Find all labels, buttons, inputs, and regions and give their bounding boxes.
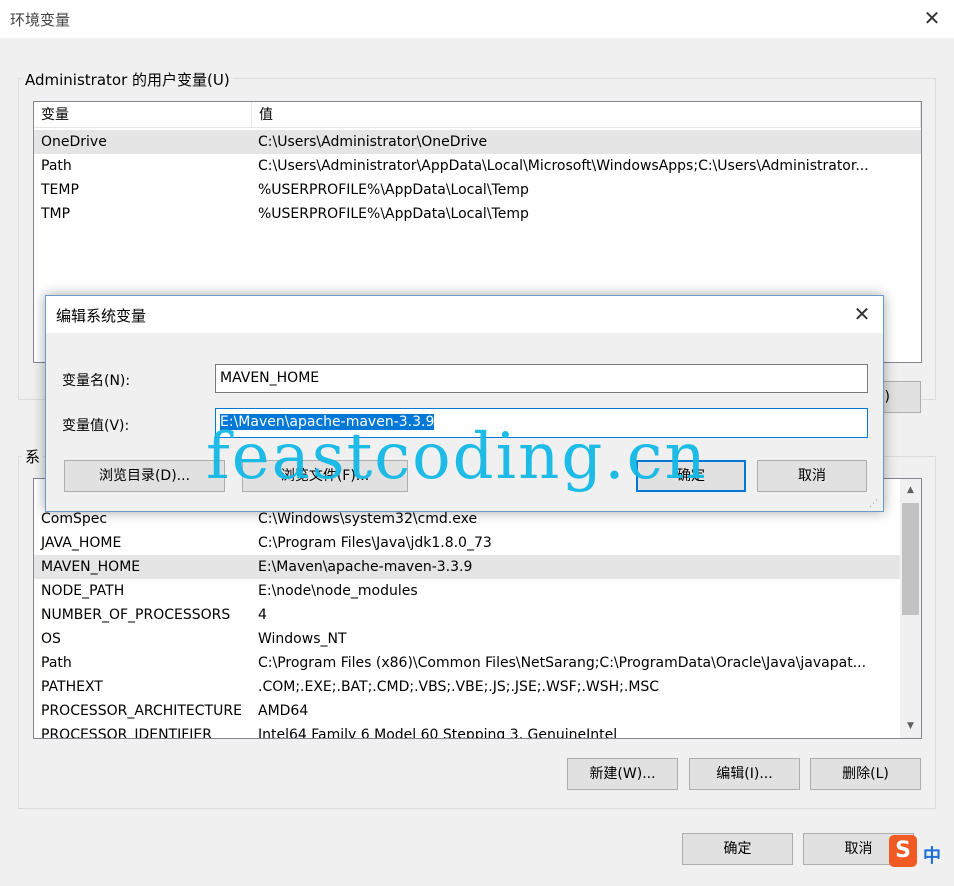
dialog-title: 编辑系统变量 [56,307,147,325]
table-row[interactable]: Path C:\Program Files (x86)\Common Files… [34,651,900,675]
variable-value: C:\Users\Administrator\AppData\Local\Mic… [258,158,869,174]
variable-name: TMP [41,206,71,222]
system-delete-button[interactable]: 删除(L) [810,758,921,790]
system-variables-group-label: 系 [22,446,44,467]
table-row-selected[interactable]: MAVEN_HOME E:\Maven\apache-maven-3.3.9 [34,555,900,579]
user-variables-group-label: Administrator 的用户变量(U) [22,69,233,90]
column-header-value[interactable]: 值 [252,102,921,128]
variable-value: E:\Maven\apache-maven-3.3.9 [258,559,473,575]
variable-value: C:\Users\Administrator\OneDrive [258,134,488,150]
variable-value: AMD64 [258,703,309,719]
variable-name-label: 变量名(N): [62,373,131,389]
ime-mode-indicator[interactable]: 中 [923,842,941,868]
ime-logo-icon[interactable]: S [889,835,917,867]
table-row[interactable]: TMP %USERPROFILE%\AppData\Local\Temp [34,202,921,226]
dialog-cancel-button[interactable]: 取消 [757,460,867,492]
column-header-name[interactable]: 变量 [34,102,252,128]
variable-name: JAVA_HOME [41,535,122,551]
variable-value: E:\node\node_modules [258,583,418,599]
scroll-down-icon[interactable]: ▼ [900,717,921,735]
variable-value: Windows_NT [258,631,347,647]
variable-name: PROCESSOR_IDENTIFIER [41,727,212,739]
system-variables-list[interactable]: ComSpec C:\Windows\system32\cmd.exe JAVA… [33,478,922,739]
table-row[interactable]: OS Windows_NT [34,627,900,651]
vertical-scrollbar[interactable]: ▲ ▼ [900,479,921,738]
variable-name: NODE_PATH [41,583,125,599]
variable-value: C:\Program Files\Java\jdk1.8.0_73 [258,535,492,551]
variable-name: TEMP [41,182,79,198]
variable-name: OS [41,631,61,647]
watermark-text: feastcoding.cn [206,420,708,494]
table-row[interactable]: NUMBER_OF_PROCESSORS 4 [34,603,900,627]
variable-value: C:\Program Files (x86)\Common Files\NetS… [258,655,867,671]
window-close-icon[interactable]: ✕ [918,6,946,32]
table-row[interactable]: JAVA_HOME C:\Program Files\Java\jdk1.8.0… [34,531,900,555]
table-row[interactable]: NODE_PATH E:\node\node_modules [34,579,900,603]
table-row[interactable]: OneDrive C:\Users\Administrator\OneDrive [34,130,921,154]
variable-name-input[interactable]: MAVEN_HOME [215,364,868,393]
variable-name: Path [41,655,72,671]
window-titlebar [0,0,954,38]
variable-value-label: 变量值(V): [62,418,130,434]
table-row[interactable]: Path C:\Users\Administrator\AppData\Loca… [34,154,921,178]
variable-name: OneDrive [41,134,107,150]
system-new-button[interactable]: 新建(W)... [567,758,678,790]
ok-button[interactable]: 确定 [682,833,793,865]
table-row[interactable]: PATHEXT .COM;.EXE;.BAT;.CMD;.VBS;.VBE;.J… [34,675,900,699]
variable-name: NUMBER_OF_PROCESSORS [41,607,231,623]
variable-value: 4 [258,607,267,623]
scrollbar-thumb[interactable] [902,503,919,615]
variable-value: Intel64 Family 6 Model 60 Stepping 3, Ge… [258,727,618,739]
variable-value: .COM;.EXE;.BAT;.CMD;.VBS;.VBE;.JS;.JSE;.… [258,679,660,695]
variable-value: %USERPROFILE%\AppData\Local\Temp [258,206,529,222]
table-row[interactable]: TEMP %USERPROFILE%\AppData\Local\Temp [34,178,921,202]
browse-directory-button[interactable]: 浏览目录(D)... [64,460,225,492]
dialog-titlebar [46,296,883,333]
scroll-up-icon[interactable]: ▲ [900,481,921,499]
variable-name: PROCESSOR_ARCHITECTURE [41,703,242,719]
variable-name: MAVEN_HOME [41,559,141,575]
variable-name: Path [41,158,72,174]
dialog-close-icon[interactable]: ✕ [849,302,875,326]
window-title: 环境变量 [10,11,71,29]
table-row[interactable]: PROCESSOR_ARCHITECTURE AMD64 [34,699,900,723]
variable-value: %USERPROFILE%\AppData\Local\Temp [258,182,529,198]
resize-grip-icon[interactable]: ⋰ [869,499,879,509]
system-edit-button[interactable]: 编辑(I)... [689,758,800,790]
table-row[interactable]: PROCESSOR_IDENTIFIER Intel64 Family 6 Mo… [34,723,900,739]
variable-name: PATHEXT [41,679,103,695]
